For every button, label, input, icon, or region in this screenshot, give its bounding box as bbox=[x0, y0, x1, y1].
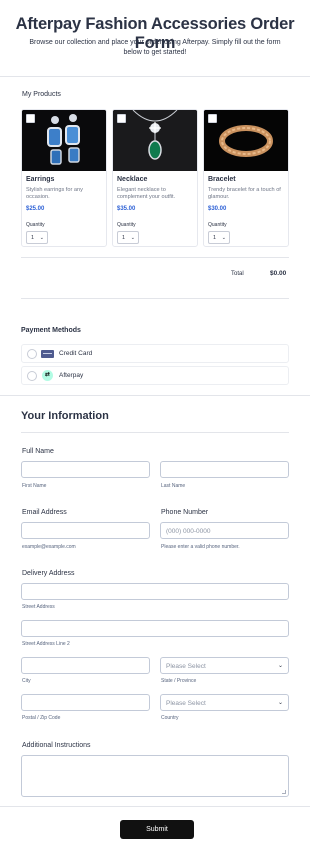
divider bbox=[21, 298, 289, 299]
total-label: Total bbox=[231, 271, 244, 277]
credit-card-icon bbox=[41, 350, 54, 358]
divider bbox=[21, 257, 289, 258]
chevron-down-icon: ⌄ bbox=[221, 235, 226, 241]
product-description: Stylish earrings for any occasion. bbox=[26, 187, 83, 200]
phone-sublabel: Please enter a valid phone number. bbox=[161, 544, 240, 550]
state-sublabel: State / Province bbox=[161, 678, 197, 684]
payment-option-credit-card[interactable]: Credit Card bbox=[21, 344, 289, 363]
quantity-value: 1 bbox=[213, 235, 217, 241]
radio-button[interactable] bbox=[27, 371, 37, 381]
product-price: $25.00 bbox=[26, 206, 45, 212]
country-placeholder: Please Select bbox=[166, 700, 206, 707]
product-name: Earrings bbox=[26, 176, 55, 183]
state-select[interactable]: Please Select ⌄ bbox=[160, 657, 289, 674]
postal-code-input[interactable] bbox=[21, 694, 150, 711]
divider bbox=[0, 806, 310, 807]
street-address-input[interactable] bbox=[21, 583, 289, 600]
quantity-select[interactable]: 1 ⌄ bbox=[117, 231, 139, 244]
last-name-input[interactable] bbox=[160, 461, 289, 478]
quantity-label: Quantity bbox=[26, 222, 45, 228]
product-price: $35.00 bbox=[117, 206, 136, 212]
submit-button[interactable]: Submit bbox=[120, 820, 194, 839]
email-field[interactable] bbox=[21, 522, 150, 539]
email-sublabel: example@example.com bbox=[22, 544, 76, 550]
quantity-select[interactable]: 1 ⌄ bbox=[26, 231, 48, 244]
payment-option-label: Afterpay bbox=[59, 372, 84, 379]
form-subtitle: Browse our collection and place your ord… bbox=[29, 39, 281, 56]
street-address-2-sublabel: Street Address Line 2 bbox=[22, 641, 70, 647]
street-address-sublabel: Street Address bbox=[22, 604, 55, 610]
chevron-down-icon: ⌄ bbox=[277, 663, 283, 669]
postal-code-sublabel: Postal / Zip Code bbox=[22, 715, 61, 721]
full-name-label: Full Name bbox=[22, 448, 54, 455]
quantity-label: Quantity bbox=[208, 222, 227, 228]
product-card-necklace[interactable]: Necklace Elegant necklace to complement … bbox=[112, 109, 198, 247]
delivery-address-label: Delivery Address bbox=[22, 570, 75, 577]
products-label: My Products bbox=[22, 91, 61, 98]
product-checkbox[interactable] bbox=[117, 114, 126, 123]
product-description: Elegant necklace to complement your outf… bbox=[117, 187, 176, 200]
country-sublabel: Country bbox=[161, 715, 179, 721]
product-card-bracelet[interactable]: Bracelet Trendy bracelet for a touch of … bbox=[203, 109, 289, 247]
phone-label: Phone Number bbox=[161, 509, 209, 516]
additional-instructions-textarea[interactable] bbox=[21, 755, 289, 797]
email-label: Email Address bbox=[22, 509, 67, 516]
afterpay-icon: ⇄ bbox=[42, 370, 53, 381]
first-name-sublabel: First Name bbox=[22, 483, 47, 489]
payment-methods-label: Payment Methods bbox=[21, 327, 81, 334]
product-price: $30.00 bbox=[208, 206, 227, 212]
payment-option-afterpay[interactable]: ⇄ Afterpay bbox=[21, 366, 289, 385]
product-checkbox[interactable] bbox=[208, 114, 217, 123]
quantity-label: Quantity bbox=[117, 222, 136, 228]
product-name: Bracelet bbox=[208, 176, 236, 183]
radio-button[interactable] bbox=[27, 349, 37, 359]
quantity-value: 1 bbox=[31, 235, 35, 241]
total-value: $0.00 bbox=[270, 270, 287, 277]
section-heading: Your Information bbox=[21, 410, 109, 422]
form-header: Afterpay Fashion Accessories Order Form … bbox=[0, 0, 310, 76]
quantity-select[interactable]: 1 ⌄ bbox=[208, 231, 230, 244]
resize-handle-icon[interactable] bbox=[282, 790, 286, 794]
city-sublabel: City bbox=[22, 678, 31, 684]
divider bbox=[0, 76, 310, 77]
additional-instructions-label: Additional Instructions bbox=[22, 742, 91, 749]
chevron-down-icon: ⌄ bbox=[39, 235, 44, 241]
divider bbox=[0, 395, 310, 396]
chevron-down-icon: ⌄ bbox=[130, 235, 135, 241]
last-name-sublabel: Last Name bbox=[161, 483, 186, 489]
country-select[interactable]: Please Select ⌄ bbox=[160, 694, 289, 711]
product-description: Trendy bracelet for a touch of glamour. bbox=[208, 187, 281, 200]
phone-field[interactable]: (000) 000-0000 bbox=[160, 522, 289, 539]
quantity-value: 1 bbox=[122, 235, 126, 241]
city-input[interactable] bbox=[21, 657, 150, 674]
street-address-2-input[interactable] bbox=[21, 620, 289, 637]
divider bbox=[21, 432, 289, 433]
state-placeholder: Please Select bbox=[166, 663, 206, 670]
product-name: Necklace bbox=[117, 176, 148, 183]
first-name-input[interactable] bbox=[21, 461, 150, 478]
phone-placeholder: (000) 000-0000 bbox=[166, 528, 211, 535]
product-checkbox[interactable] bbox=[26, 114, 35, 123]
product-card-earrings[interactable]: Earrings Stylish earrings for any occasi… bbox=[21, 109, 107, 247]
chevron-down-icon: ⌄ bbox=[277, 700, 283, 706]
payment-option-label: Credit Card bbox=[59, 350, 93, 357]
